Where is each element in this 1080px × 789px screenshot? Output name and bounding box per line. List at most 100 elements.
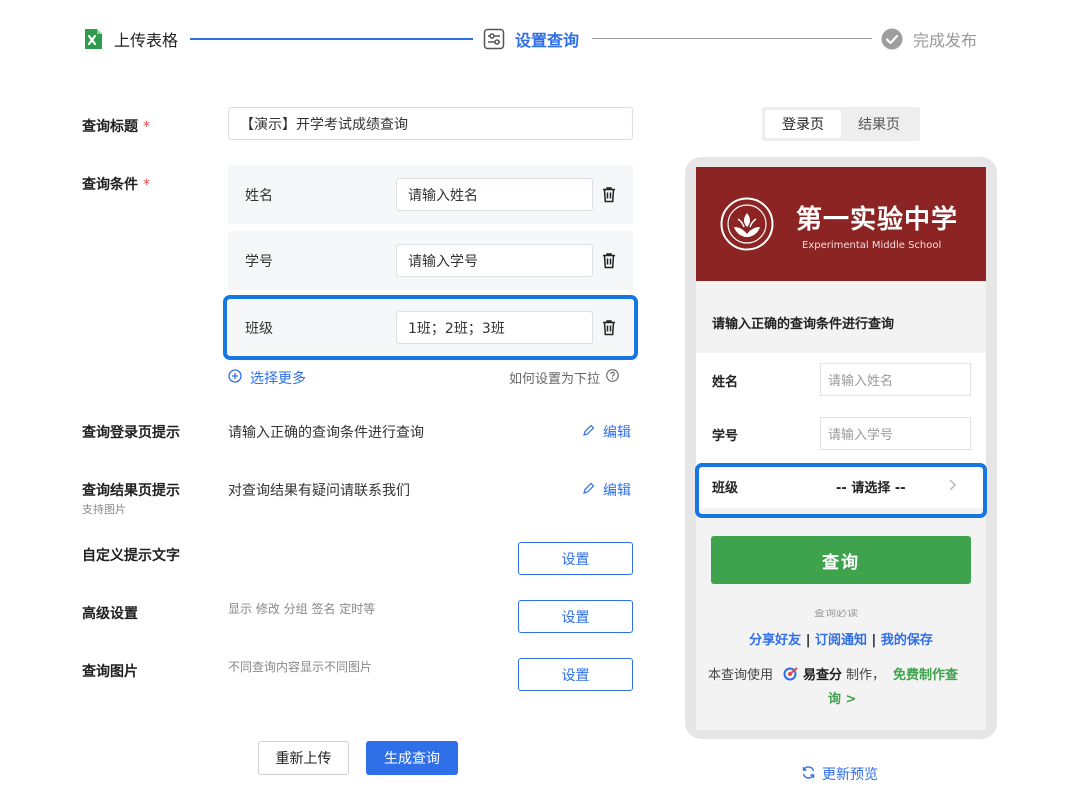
login-hint-text: 请输入正确的查询条件进行查询 (228, 425, 424, 441)
result-hint-sublabel: 支持图片 (82, 503, 126, 516)
settings-button-label: 设置 (561, 609, 590, 626)
share-link[interactable]: 分享好友 (749, 633, 801, 648)
highlight-frame-preview-class (695, 463, 987, 518)
pencil-icon (582, 482, 595, 499)
tab-label: 登录页 (782, 117, 824, 133)
condition-row-id: 学号 请输入学号 (228, 231, 633, 290)
condition-row-name: 姓名 请输入姓名 (228, 165, 633, 224)
required-mark: * (143, 177, 150, 193)
preview-tabs: 登录页 结果页 (762, 107, 920, 141)
pencil-icon (582, 424, 595, 441)
advanced-settings-button[interactable]: 设置 (518, 600, 633, 633)
yichafen-logo-icon (783, 666, 799, 682)
school-name: 第一实验中学 (796, 205, 959, 235)
brand-name: 易查分 (803, 668, 843, 683)
generate-label: 生成查询 (384, 751, 440, 767)
school-emblem-icon (720, 197, 774, 255)
my-saved-link[interactable]: 我的保存 (881, 633, 933, 648)
condition-name: 学号 (245, 254, 273, 270)
title-label-text: 查询标题 (82, 119, 138, 135)
result-hint-text: 对查询结果有疑问请联系我们 (228, 483, 410, 499)
add-more-conditions-link[interactable]: 选择更多 (228, 368, 306, 388)
dropdown-help-link[interactable]: 如何设置为下拉 (509, 368, 619, 387)
school-name-en: Experimental Middle School (802, 240, 942, 251)
preview-input-id[interactable]: 请输入学号 (820, 417, 971, 450)
result-hint-label: 查询结果页提示 (82, 483, 180, 499)
generate-query-button[interactable]: 生成查询 (366, 741, 458, 775)
link-separator: | (805, 633, 811, 648)
preview-field-label: 姓名 (712, 375, 739, 390)
school-banner: 第一实验中学 Experimental Middle School (696, 167, 986, 281)
preview-links: 分享好友 | 订阅通知 | 我的保存 (696, 629, 986, 648)
login-hint-label: 查询登录页提示 (82, 425, 180, 441)
reupload-button[interactable]: 重新上传 (258, 741, 349, 775)
made-by-prefix: 本查询使用 (708, 668, 774, 683)
conditions-label: 查询条件 * (82, 174, 150, 194)
dropdown-help-label: 如何设置为下拉 (509, 372, 601, 387)
condition-placeholder: 请输入学号 (408, 253, 478, 270)
required-mark: * (143, 119, 150, 135)
preview-row-name: 姓名 请输入姓名 (696, 353, 986, 407)
step-connector-pending (592, 38, 872, 39)
free-create-link-continued[interactable]: 询 > (828, 688, 856, 707)
step-set-query[interactable]: 设置查询 (483, 26, 579, 52)
preview-placeholder: 请输入姓名 (828, 374, 894, 389)
preview-query-label: 查询 (822, 552, 860, 573)
custom-text-settings-button[interactable]: 设置 (518, 542, 633, 575)
preview-row-id: 学号 请输入学号 (696, 407, 986, 461)
edit-login-hint-button[interactable]: 编辑 (582, 422, 631, 442)
excel-icon (82, 28, 104, 50)
made-by-suffix: 制作， (846, 668, 886, 683)
preview-field-label: 学号 (712, 429, 739, 444)
tab-label: 结果页 (858, 117, 900, 133)
step-publish[interactable]: 完成发布 (881, 26, 977, 52)
refresh-icon (801, 765, 816, 784)
preview-query-button[interactable]: 查询 (711, 536, 971, 584)
refresh-preview-link[interactable]: 更新预览 (801, 764, 878, 784)
preview-cutoff-text: 查询必读 (696, 609, 986, 617)
edit-label: 编辑 (603, 483, 631, 499)
condition-input-name[interactable]: 请输入姓名 (396, 178, 593, 211)
condition-placeholder: 请输入姓名 (408, 187, 478, 204)
plus-circle-icon (228, 369, 242, 387)
step-set-query-label: 设置查询 (515, 31, 580, 50)
add-more-label: 选择更多 (250, 371, 306, 387)
free-create-link[interactable]: 免费制作查 (893, 664, 958, 683)
link-separator: | (871, 633, 877, 648)
preview-cutoff-label: 查询必读 (814, 609, 858, 617)
title-input[interactable]: 【演示】开学考试成绩查询 (228, 107, 633, 140)
check-circle-icon (881, 28, 903, 50)
advanced-hint: 显示 修改 分组 签名 定时等 (228, 602, 376, 616)
made-by-line: 本查询使用 易查分 制作， 免费制作查 (708, 664, 958, 683)
settings-button-label: 设置 (561, 551, 590, 568)
trash-icon[interactable] (601, 186, 617, 203)
edit-result-hint-button[interactable]: 编辑 (582, 480, 631, 500)
subscribe-link[interactable]: 订阅通知 (815, 633, 867, 648)
condition-input-id[interactable]: 请输入学号 (396, 244, 593, 277)
advanced-label: 高级设置 (82, 606, 138, 622)
condition-name: 姓名 (245, 188, 273, 204)
question-circle-icon (606, 369, 619, 386)
preview-placeholder: 请输入学号 (828, 428, 894, 443)
highlight-frame-class-row (223, 295, 638, 360)
reupload-label: 重新上传 (275, 751, 332, 767)
preview-input-name[interactable]: 请输入姓名 (820, 363, 971, 396)
edit-label: 编辑 (603, 425, 631, 441)
refresh-label: 更新预览 (822, 767, 878, 783)
trash-icon[interactable] (601, 252, 617, 269)
preview-prompt: 请输入正确的查询条件进行查询 (712, 317, 895, 332)
phone-screen: 第一实验中学 Experimental Middle School 请输入正确的… (696, 167, 986, 730)
settings-sliders-icon (483, 28, 505, 50)
tab-result-page[interactable]: 结果页 (841, 110, 917, 138)
conditions-label-text: 查询条件 (82, 177, 138, 193)
image-label: 查询图片 (82, 664, 138, 680)
step-upload-sheet[interactable]: 上传表格 (82, 26, 178, 52)
image-settings-button[interactable]: 设置 (518, 658, 633, 691)
step-upload-label: 上传表格 (114, 31, 179, 50)
step-connector-done (190, 38, 473, 40)
title-label: 查询标题 * (82, 116, 150, 136)
tab-login-page[interactable]: 登录页 (765, 110, 841, 138)
settings-button-label: 设置 (561, 667, 590, 684)
title-input-value: 【演示】开学考试成绩查询 (240, 116, 408, 133)
custom-text-label: 自定义提示文字 (82, 548, 180, 564)
